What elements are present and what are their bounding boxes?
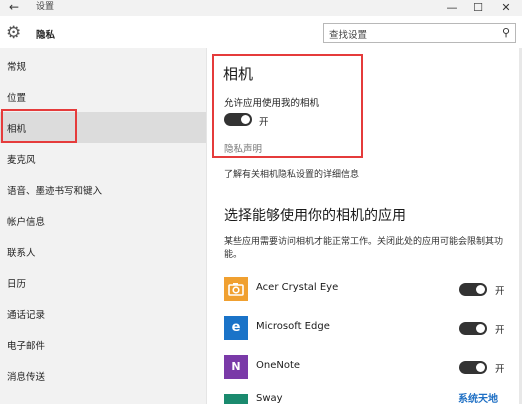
toggle-state-label: 开 xyxy=(495,286,505,297)
sidebar-item-label: 麦克风 xyxy=(7,155,36,166)
toggle-state-label: 开 xyxy=(259,117,269,128)
sidebar-item-label: 帐户信息 xyxy=(7,217,46,228)
sidebar-item-messaging[interactable]: 消息传送 xyxy=(0,360,206,391)
search-input[interactable]: 查找设置 ⚲ xyxy=(323,23,516,43)
sidebar-item-label: 日历 xyxy=(7,279,27,290)
search-placeholder: 查找设置 xyxy=(329,30,368,41)
learn-more-link[interactable]: 了解有关相机隐私设置的详细信息 xyxy=(224,167,359,180)
apps-section-title: 选择能够使用你的相机的应用 xyxy=(224,208,406,224)
sidebar-item-account-info[interactable]: 帐户信息 xyxy=(0,205,206,236)
sidebar-item-location[interactable]: 位置 xyxy=(0,81,206,112)
window-title: 设置 xyxy=(36,2,55,12)
onenote-icon: N xyxy=(224,355,248,379)
app-name: Microsoft Edge xyxy=(256,321,330,332)
title-bar: ← 设置 — ☐ ✕ xyxy=(0,0,522,16)
sidebar-item-microphone[interactable]: 麦克风 xyxy=(0,143,206,174)
app-camera-toggle[interactable] xyxy=(459,322,487,335)
minimize-button[interactable]: — xyxy=(438,0,466,16)
sway-icon xyxy=(224,394,248,404)
sidebar-item-speech-inking-typing[interactable]: 语音、墨迹书写和键入 xyxy=(0,174,206,205)
close-button[interactable]: ✕ xyxy=(492,0,520,16)
toggle-state-label: 开 xyxy=(495,364,505,375)
camera-access-toggle[interactable] xyxy=(224,113,252,126)
camera-icon xyxy=(224,277,248,301)
sidebar-item-label: 电子邮件 xyxy=(7,341,46,352)
sidebar: 常规 位置 相机 麦克风 语音、墨迹书写和键入 帐户信息 联系人 日历 通话记录… xyxy=(0,48,206,404)
app-name: Sway xyxy=(256,393,283,404)
gear-icon: ⚙ xyxy=(6,23,22,43)
sidebar-item-general[interactable]: 常规 xyxy=(0,50,206,81)
app-name: Acer Crystal Eye xyxy=(256,282,339,293)
app-camera-toggle[interactable] xyxy=(459,283,487,296)
search-icon[interactable]: ⚲ xyxy=(502,26,510,39)
sidebar-item-label: 通话记录 xyxy=(7,310,46,321)
edge-icon: e xyxy=(224,316,248,340)
camera-highlight-box xyxy=(1,109,77,143)
sidebar-item-label: 常规 xyxy=(7,62,27,73)
sidebar-item-calendar[interactable]: 日历 xyxy=(0,267,206,298)
maximize-button[interactable]: ☐ xyxy=(464,0,492,16)
watermark-logo: 系统天地 xyxy=(458,394,498,404)
allow-camera-label: 允许应用使用我的相机 xyxy=(224,98,320,109)
apps-section-description: 某些应用需要访问相机才能正常工作。关闭此处的应用可能会限制其功能。 xyxy=(224,237,504,260)
back-button[interactable]: ← xyxy=(9,0,19,14)
sidebar-item-contacts[interactable]: 联系人 xyxy=(0,236,206,267)
sidebar-item-call-history[interactable]: 通话记录 xyxy=(0,298,206,329)
privacy-statement-link[interactable]: 隐私声明 xyxy=(224,141,262,155)
sidebar-item-email[interactable]: 电子邮件 xyxy=(0,329,206,360)
sidebar-item-label: 语音、墨迹书写和键入 xyxy=(7,186,103,197)
section-title: 相机 xyxy=(223,65,254,83)
sidebar-item-label: 消息传送 xyxy=(7,372,46,383)
sidebar-item-label: 位置 xyxy=(7,93,27,104)
sidebar-divider xyxy=(206,48,207,404)
toggle-state-label: 开 xyxy=(495,325,505,336)
page-title: 隐私 xyxy=(36,30,56,41)
app-name: OneNote xyxy=(256,360,301,371)
sidebar-item-label: 联系人 xyxy=(7,248,36,259)
app-camera-toggle[interactable] xyxy=(459,361,487,374)
